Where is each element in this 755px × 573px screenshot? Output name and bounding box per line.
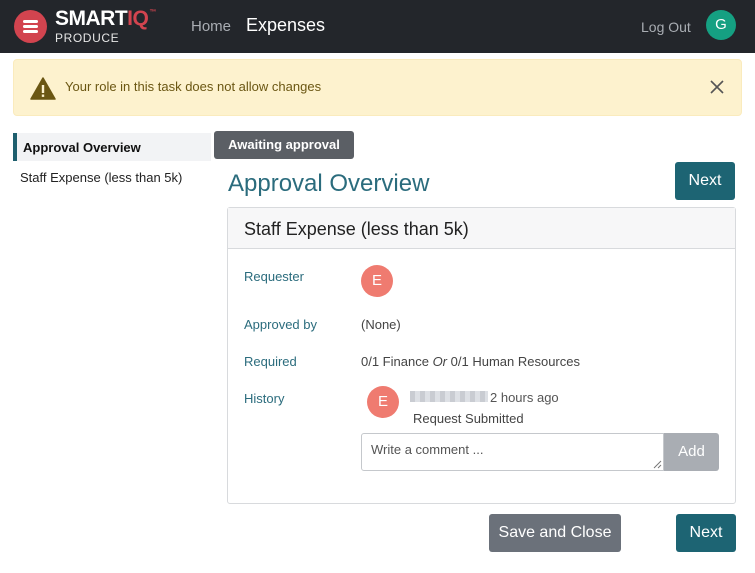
sidebar-item-approval-overview[interactable]: Approval Overview — [13, 133, 211, 161]
brand-subtitle: PRODUCE — [55, 31, 120, 45]
card-header: Staff Expense (less than 5k) — [228, 208, 735, 249]
requester-label: Requester — [244, 269, 304, 284]
history-avatar: E — [367, 386, 399, 418]
redacted-user-name — [410, 391, 488, 402]
approval-card: Staff Expense (less than 5k) Requester E… — [227, 207, 736, 504]
close-icon[interactable] — [707, 77, 727, 97]
status-badge: Awaiting approval — [214, 131, 354, 159]
save-and-close-button[interactable]: Save and Close — [489, 514, 621, 552]
permission-alert: Your role in this task does not allow ch… — [13, 59, 742, 116]
card-title: Staff Expense (less than 5k) — [244, 219, 469, 239]
brand-logo: SMARTIQ™ — [55, 7, 156, 30]
nav-home-link[interactable]: Home — [191, 18, 231, 35]
required-value: 0/1 Finance Or 0/1 Human Resources — [361, 354, 580, 369]
warning-icon — [30, 77, 56, 100]
next-button-bottom[interactable]: Next — [676, 514, 736, 552]
alert-message: Your role in this task does not allow ch… — [65, 79, 322, 94]
sidebar-item-staff-expense[interactable]: Staff Expense (less than 5k) — [20, 170, 182, 185]
resize-grip-icon[interactable] — [653, 460, 662, 469]
history-label: History — [244, 391, 285, 406]
logo-icon — [14, 10, 47, 43]
comment-input[interactable] — [361, 433, 664, 471]
sidebar-item-label: Approval Overview — [23, 140, 141, 155]
approved-by-label: Approved by — [244, 317, 317, 332]
history-event: Request Submitted — [413, 411, 524, 426]
top-nav-bar: SMARTIQ™ PRODUCE Home Expenses Log Out G — [0, 0, 755, 53]
requester-avatar: E — [361, 265, 393, 297]
user-avatar[interactable]: G — [706, 10, 736, 40]
add-comment-button[interactable]: Add — [664, 433, 719, 471]
page-title: Approval Overview — [228, 170, 430, 197]
history-timestamp: 2 hours ago — [490, 390, 559, 405]
required-label: Required — [244, 354, 297, 369]
approved-by-value: (None) — [361, 317, 401, 332]
next-button-top[interactable]: Next — [675, 162, 735, 200]
nav-expenses-link[interactable]: Expenses — [246, 15, 325, 36]
logout-link[interactable]: Log Out — [641, 19, 691, 35]
